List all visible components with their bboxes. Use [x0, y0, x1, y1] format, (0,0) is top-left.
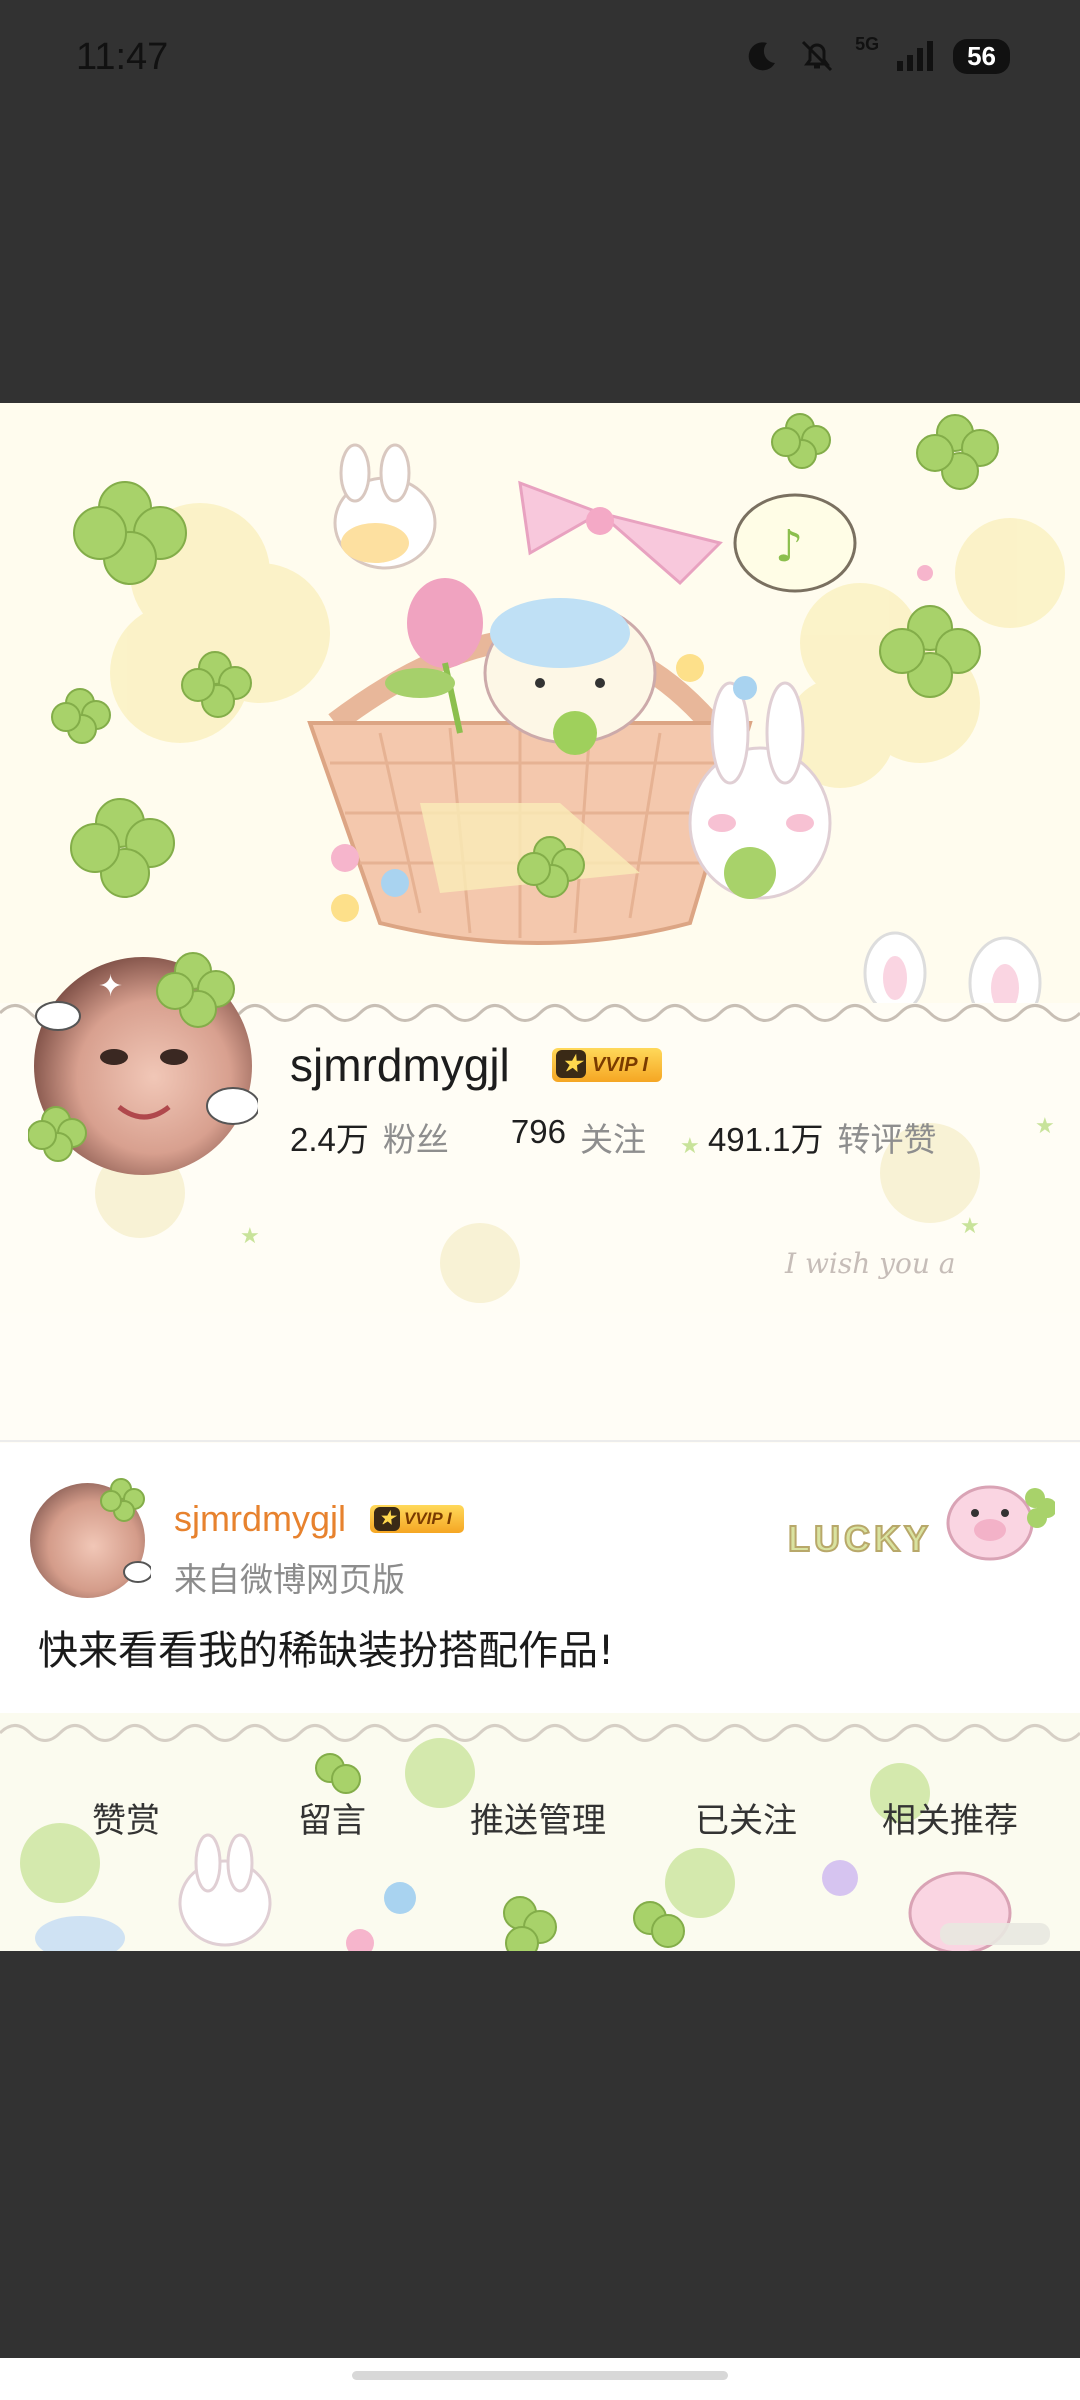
profile-card: ♪ ★ ★ ★ ★ I wish you a ✦ sjmrdmygjl ★ VV…	[0, 403, 1080, 1951]
action-following[interactable]: 已关注	[695, 1793, 797, 1842]
stat-fans-label: 粉丝	[382, 1120, 449, 1159]
profile-username[interactable]: sjmrdmygjl	[290, 1038, 510, 1092]
crown-icon	[556, 1047, 586, 1081]
home-indicator[interactable]	[352, 2371, 728, 2380]
signal-icon	[897, 41, 934, 71]
vip-badge[interactable]: VVIP I	[552, 1047, 662, 1082]
stat-fans-value: 2.4万	[290, 1121, 369, 1158]
cover-illustration: ♪	[51, 413, 1065, 1023]
svg-text:✦: ✦	[98, 969, 123, 1004]
action-reward[interactable]: 赞赏	[92, 1793, 160, 1842]
status-time: 11:47	[76, 36, 169, 78]
stat-following-label: 关注	[579, 1120, 646, 1159]
stat-fans[interactable]: 2.4万 粉丝	[290, 1113, 449, 1161]
status-icons: 5G 56	[745, 34, 1010, 74]
post-author-name[interactable]: sjmrdmygjl	[174, 1498, 346, 1540]
post-vip-badge[interactable]: VVIP I	[370, 1504, 464, 1533]
cover-image[interactable]: ♪	[0, 403, 1080, 1023]
post-action-bar: 赞赏 留言 推送管理 已关注 相关推荐	[0, 1713, 1080, 1951]
post-vip-label: VVIP I	[404, 1509, 452, 1528]
svg-text:★: ★	[1035, 1114, 1055, 1139]
tabs-divider	[0, 1440, 1080, 1442]
stat-reposts-likes[interactable]: 491.1万 转评赞	[708, 1113, 937, 1161]
action-related-recommend[interactable]: 相关推荐	[882, 1793, 1018, 1842]
vip-badge-label: VVIP I	[592, 1054, 648, 1076]
pig-sticker-icon	[946, 1485, 1055, 1561]
battery-indicator: 56	[953, 38, 1010, 74]
lucky-decoration: LUCKY	[787, 1517, 932, 1560]
network-type: 5G	[855, 34, 880, 54]
crown-icon	[374, 1504, 400, 1532]
cover-script-text: I wish you a	[784, 1247, 956, 1280]
stat-following-value: 796	[510, 1113, 566, 1150]
post-source: 来自微博网页版	[174, 1560, 405, 1599]
action-comment[interactable]: 留言	[298, 1793, 366, 1842]
svg-text:♪: ♪	[775, 521, 803, 572]
svg-text:★: ★	[960, 1214, 980, 1239]
mute-bell-icon	[802, 40, 833, 72]
profile-tabs: 精选 微博 视频 超话 相册	[0, 1318, 1080, 1803]
stat-reposts-likes-value: 491.1万	[707, 1121, 824, 1158]
status-bar: 11:47 5G 56	[0, 0, 1080, 125]
post-text: 快来看看我的稀缺装扮搭配作品!	[38, 1628, 615, 1674]
post-avatar-frame	[100, 1478, 151, 1583]
stat-reposts-likes-label: 转评赞	[837, 1120, 937, 1159]
avatar[interactable]: ✦	[28, 951, 258, 1181]
profile-stats: 2.4万 粉丝 796 关注 491.1万 转评赞	[290, 1113, 999, 1161]
svg-text:★: ★	[240, 1224, 260, 1249]
action-push-manage[interactable]: 推送管理	[470, 1793, 606, 1842]
stat-following[interactable]: 796 关注	[511, 1113, 646, 1161]
avatar-frame: ✦	[28, 952, 258, 1162]
post-card[interactable]: sjmrdmygjl VVIP I 来自微博网页版 LUCKY 快来看看我的稀缺…	[0, 1443, 1080, 1713]
moon-icon	[748, 42, 776, 71]
